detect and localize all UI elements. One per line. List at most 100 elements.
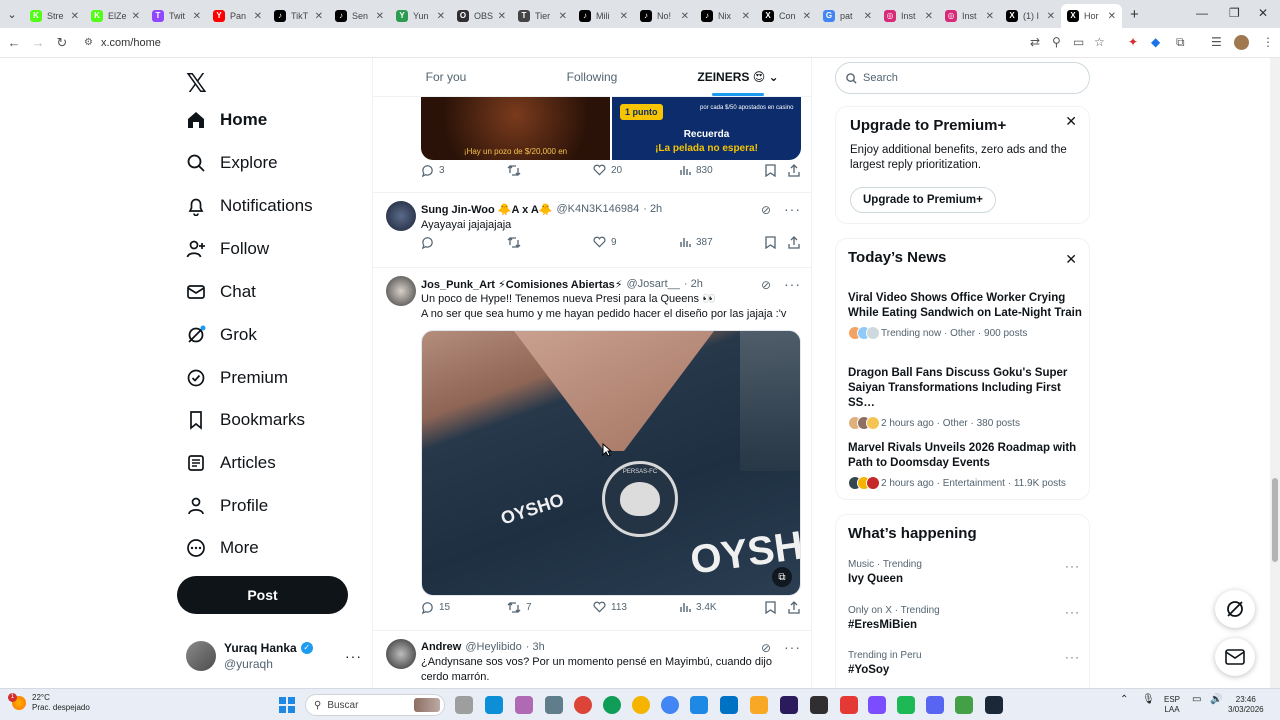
image-edit-icon[interactable]: ⧉ <box>772 567 792 587</box>
avatar[interactable] <box>386 276 416 306</box>
tray-chevron-icon[interactable]: ⌃ <box>1120 695 1128 705</box>
browser-tab[interactable]: K Stre ✕ <box>24 4 85 28</box>
browser-tab[interactable]: Gpat ✕ <box>817 4 878 28</box>
clock[interactable]: 23:46 3/03/2026 <box>1228 695 1264 715</box>
views-button[interactable]: 387 <box>679 236 713 248</box>
trend-item[interactable]: Music · Trending Ivy Queen ··· <box>848 559 1084 585</box>
page-scrollbar[interactable] <box>1270 58 1280 688</box>
nav-item-follow[interactable]: Follow <box>186 239 269 259</box>
tab-close-icon[interactable]: ✕ <box>498 11 506 22</box>
browser-tab[interactable]: ♪ TikT ✕ <box>268 4 329 28</box>
nav-item-chat[interactable]: Chat <box>186 282 256 302</box>
grok-fab-button[interactable] <box>1215 590 1255 628</box>
tab-close-icon[interactable]: ✕ <box>803 11 811 22</box>
browser-tab[interactable]: Y Yun ✕ <box>390 4 451 28</box>
tab-close-icon[interactable]: ✕ <box>986 11 994 22</box>
back-button[interactable]: ← <box>2 35 26 50</box>
tweet[interactable]: Andrew @Heylibido · 3h ⊘ ··· ¿Andynsane s… <box>373 630 811 688</box>
reload-button[interactable]: ↻ <box>50 35 74 51</box>
news-item[interactable]: Viral Video Shows Office Worker Crying W… <box>848 291 1084 340</box>
spotify-icon[interactable] <box>897 696 915 714</box>
grok-icon[interactable]: ⊘ <box>761 641 772 655</box>
upgrade-premium-button[interactable]: Upgrade to Premium+ <box>850 187 996 213</box>
like-button[interactable]: 113 <box>593 601 627 613</box>
chrome-icon[interactable] <box>661 696 679 714</box>
browser-tab[interactable]: Y Pan ✕ <box>207 4 268 28</box>
chrome-icon[interactable] <box>632 696 650 714</box>
profile-avatar[interactable] <box>1234 35 1249 50</box>
browser-tab[interactable]: X Hor ✕ <box>1061 4 1122 28</box>
tweet-author-handle[interactable]: @Josart__ <box>627 278 680 290</box>
tab-close-icon[interactable]: ✕ <box>1047 11 1055 22</box>
browser-tab[interactable]: ♪ Nix ✕ <box>695 4 756 28</box>
tab-close-icon[interactable]: ✕ <box>254 11 262 22</box>
minimize-button[interactable]: — <box>1196 6 1208 20</box>
x-logo-icon[interactable]: 𝕏 <box>186 68 207 99</box>
bookmark-button[interactable] <box>765 163 781 177</box>
post-button[interactable]: Post <box>177 576 348 614</box>
tweet[interactable]: Jos_Punk_Art ⚡Comisiones Abiertas⚡ @Josa… <box>373 267 811 629</box>
tab-close-icon[interactable]: ✕ <box>864 11 872 22</box>
browser-tab[interactable]: ♪ Sen ✕ <box>329 4 390 28</box>
browser-tab[interactable]: O OBS ✕ <box>451 4 512 28</box>
tab-close-icon[interactable]: ✕ <box>681 11 689 22</box>
like-button[interactable]: 9 <box>593 236 617 248</box>
outlook-icon[interactable] <box>720 696 738 714</box>
trend-item[interactable]: Only on X · Trending #EresMiBien ··· <box>848 605 1084 631</box>
search-input[interactable]: Search <box>835 62 1090 94</box>
extension-icon[interactable]: ◆ <box>1151 35 1160 49</box>
steam-icon[interactable] <box>985 696 1003 714</box>
browser-tab[interactable]: ♪ Mili ✕ <box>573 4 634 28</box>
tab-close-icon[interactable]: ✕ <box>193 11 201 22</box>
tweet-author-handle[interactable]: @K4N3K146984 <box>556 203 639 215</box>
scrollbar-thumb[interactable] <box>1272 478 1278 562</box>
chrome-icon[interactable] <box>574 696 592 714</box>
news-item[interactable]: Dragon Ball Fans Discuss Goku's Super Sa… <box>848 366 1084 430</box>
tweet-author-name[interactable]: Andrew <box>421 641 461 653</box>
edge-browser-icon[interactable] <box>485 696 503 714</box>
account-switcher[interactable]: Yuraq Hanka ✓ @yuraqh ··· <box>186 640 362 672</box>
tab-following[interactable]: Following <box>519 58 665 96</box>
browser-tab[interactable]: ◎ Inst ✕ <box>939 4 1000 28</box>
nav-item-more[interactable]: More <box>186 538 259 558</box>
tab-search-chevron-icon[interactable]: ⌄ <box>0 8 24 21</box>
site-info-icon[interactable]: ⚙ <box>84 37 93 48</box>
forward-button[interactable]: → <box>26 35 50 50</box>
zoom-icon[interactable]: ⚲ <box>1052 35 1061 49</box>
discord-icon[interactable] <box>926 696 944 714</box>
repost-button[interactable] <box>507 164 526 177</box>
browser-tab[interactable]: X (1) I ✕ <box>1000 4 1061 28</box>
nav-item-bookmarks[interactable]: Bookmarks <box>186 410 305 430</box>
language-indicator[interactable]: ESP LAA <box>1164 695 1180 715</box>
views-button[interactable]: 830 <box>679 164 713 176</box>
bookmark-star-icon[interactable]: ☆ <box>1094 35 1105 49</box>
file-explorer-icon[interactable] <box>750 696 768 714</box>
browser-tab[interactable]: K ElZe ✕ <box>85 4 146 28</box>
tab-for-you[interactable]: For you <box>373 58 519 96</box>
repost-button[interactable]: 7 <box>507 601 532 614</box>
tab-close-icon[interactable]: ✕ <box>925 11 933 22</box>
maximize-button[interactable]: ❐ <box>1229 6 1240 20</box>
nav-item-profile[interactable]: Profile <box>186 496 268 516</box>
browser-tab[interactable]: T Twit ✕ <box>146 4 207 28</box>
reply-button[interactable]: 3 <box>421 164 445 177</box>
nav-item-articles[interactable]: Articles <box>186 453 276 473</box>
repost-button[interactable] <box>507 236 526 249</box>
tweet-author-name[interactable]: Jos_Punk_Art ⚡Comisiones Abiertas⚡ <box>421 278 623 291</box>
more-dots-icon[interactable]: ··· <box>1065 605 1080 619</box>
extensions-puzzle-icon[interactable]: ⧉ <box>1176 35 1185 50</box>
tweet-media-image[interactable]: OYSHO PERSAS-FC OYSHO ⧉ <box>421 330 801 596</box>
cast-icon[interactable]: ▭ <box>1073 35 1084 49</box>
tab-zeiners[interactable]: ZEINERS 😍 ⌄ <box>665 58 811 96</box>
app-icon[interactable] <box>840 696 858 714</box>
tab-close-icon[interactable]: ✕ <box>620 11 628 22</box>
network-icon[interactable]: ▭ <box>1192 695 1201 705</box>
browser-menu-icon[interactable]: ⋮ <box>1262 35 1274 49</box>
more-dots-icon[interactable]: ··· <box>784 276 801 292</box>
avatar[interactable] <box>386 639 416 669</box>
translate-icon[interactable]: ⇄ <box>1030 35 1040 49</box>
tab-close-icon[interactable]: ✕ <box>132 11 140 22</box>
browser-tab[interactable]: ◎ Inst ✕ <box>878 4 939 28</box>
weather-widget[interactable]: 1 22°C Prac. despejado <box>8 693 90 713</box>
address-bar[interactable]: ⚙ x.com/home <box>84 37 161 49</box>
